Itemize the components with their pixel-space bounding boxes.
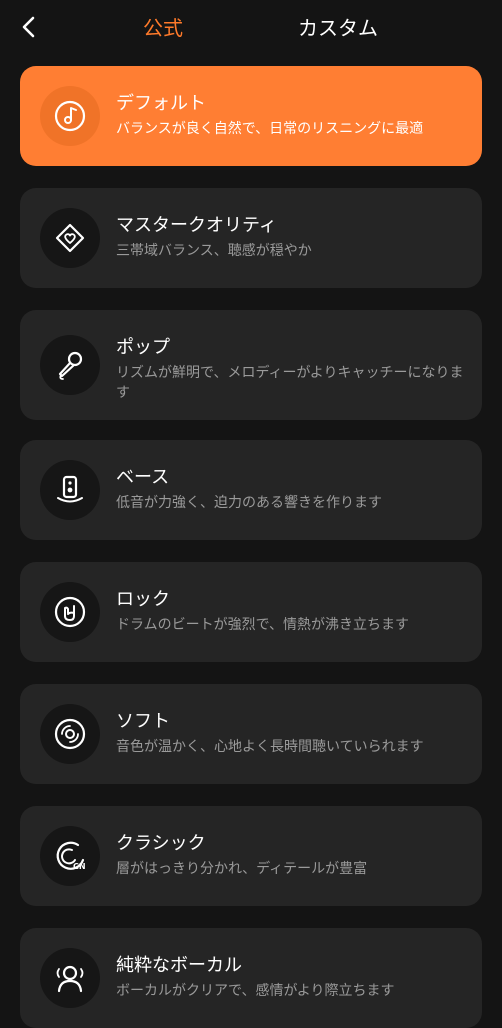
preset-title: デフォルト	[116, 93, 206, 114]
preset-title: マスタークオリティ	[116, 215, 277, 236]
preset-description: 三帯域バランス、聴感が穏やか	[116, 243, 312, 259]
preset-description: リズムが鮮明で、メロディーがよりキャッチーになります	[116, 365, 464, 401]
preset-description: 層がはっきり分かれ、ディテールが豊富	[116, 861, 368, 877]
preset-title: 純粋なボーカル	[116, 955, 242, 976]
preset-description: バランスが良く自然で、日常のリスニングに最適	[116, 121, 424, 137]
preset-description: 音色が温かく、心地よく長時間聴いていられます	[116, 739, 424, 755]
preset-description: ボーカルがクリアで、感情がより際立ちます	[116, 983, 395, 999]
preset-card-default[interactable]: デフォルト バランスが良く自然で、日常のリスニングに最適	[20, 66, 482, 166]
tab-custom[interactable]: カスタム	[298, 15, 378, 41]
classic-cn-icon: CN	[40, 826, 100, 886]
preset-title: クラシック	[116, 833, 206, 854]
preset-card-classic[interactable]: CN クラシック 層がはっきり分かれ、ディテールが豊富	[20, 806, 482, 906]
preset-card-master-quality[interactable]: マスタークオリティ 三帯域バランス、聴感が穏やか	[20, 188, 482, 288]
preset-title: ポップ	[116, 337, 170, 358]
preset-card-pop[interactable]: ポップ リズムが鮮明で、メロディーがよりキャッチーになります	[20, 310, 482, 420]
vocal-person-icon	[40, 948, 100, 1008]
preset-title: ロック	[116, 589, 170, 610]
music-disc-icon	[40, 86, 100, 146]
chevron-left-icon	[22, 16, 35, 38]
back-button[interactable]	[14, 12, 44, 42]
preset-description: 低音が力強く、迫力のある響きを作ります	[116, 495, 382, 511]
heart-diamond-icon	[40, 208, 100, 268]
preset-description: ドラムのビートが強烈で、情熱が沸き立ちます	[116, 617, 410, 633]
rock-hand-icon	[40, 582, 100, 642]
preset-card-rock[interactable]: ロック ドラムのビートが強烈で、情熱が沸き立ちます	[20, 562, 482, 662]
preset-title: ソフト	[116, 711, 170, 732]
microphone-icon	[40, 335, 100, 395]
svg-text:CN: CN	[73, 862, 86, 871]
preset-card-pure-vocal[interactable]: 純粋なボーカル ボーカルがクリアで、感情がより際立ちます	[20, 928, 482, 1028]
vinyl-disc-icon	[40, 704, 100, 764]
tab-official[interactable]: 公式	[143, 15, 183, 41]
preset-card-bass[interactable]: ベース 低音が力強く、迫力のある響きを作ります	[20, 440, 482, 540]
speaker-icon	[40, 460, 100, 520]
preset-card-soft[interactable]: ソフト 音色が温かく、心地よく長時間聴いていられます	[20, 684, 482, 784]
preset-title: ベース	[116, 467, 170, 488]
header: 公式 カスタム	[0, 0, 502, 58]
